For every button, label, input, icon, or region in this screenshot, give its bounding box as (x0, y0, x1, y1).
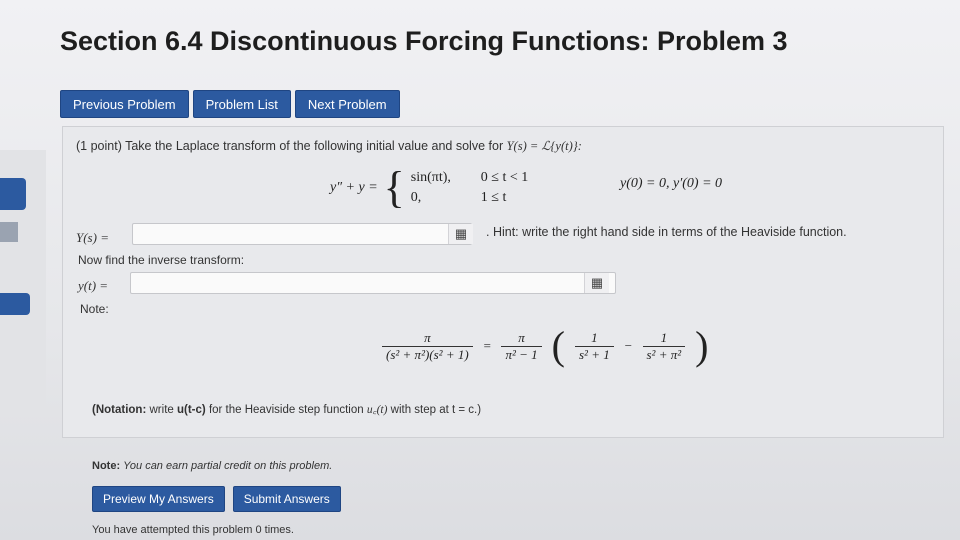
notation-write: write (149, 404, 174, 416)
problem-list-button[interactable]: Problem List (192, 90, 291, 118)
right-paren: ) (695, 323, 709, 368)
page-title: Section 6.4 Discontinuous Forcing Functi… (60, 26, 788, 56)
points-label: (1 point) (76, 139, 122, 153)
equals-sign: = (482, 338, 492, 353)
term2-denominator: s² + π² (642, 345, 686, 363)
note-bold: Note: (92, 460, 121, 472)
notation-rest: for the Heaviside step function (208, 404, 364, 416)
yt-answer-input[interactable] (130, 272, 616, 294)
coefficient-fraction: π π² − 1 (501, 329, 542, 363)
term1-numerator: 1 (591, 329, 598, 345)
previous-problem-button[interactable]: Previous Problem (60, 90, 189, 118)
term2-numerator: 1 (660, 329, 668, 345)
ode-lhs: y″ + y = (330, 180, 378, 195)
notation-text: (Notation: write u(t-c) for the Heavisid… (92, 402, 481, 417)
lhs-denominator: (s² + π²)(s² + 1) (382, 345, 473, 363)
ode-equation: y″ + y = { sin(πt), 0 ≤ t < 1 0, 1 ≤ t (330, 163, 541, 212)
preview-answers-button[interactable]: Preview My Answers (92, 486, 225, 512)
sidebar-tab-muted[interactable] (0, 222, 18, 242)
hint-text: . Hint: write the right hand side in ter… (486, 225, 847, 239)
equation-editor-icon[interactable]: ▦ (448, 224, 473, 244)
case1-expression: sin(πt), (410, 170, 451, 185)
problem-statement: (1 point) Take the Laplace transform of … (76, 138, 582, 154)
ys-label: Y(s) = (76, 230, 109, 245)
notation-bold: (Notation: (92, 404, 147, 416)
case2-expression: 0, (410, 190, 422, 205)
ys-definition: Y(s) = ℒ{y(t)}: (506, 139, 582, 153)
lhs-numerator: π (424, 329, 431, 345)
sidebar-tab[interactable] (0, 178, 26, 210)
next-problem-button[interactable]: Next Problem (294, 90, 400, 118)
submit-answers-button[interactable]: Submit Answers (232, 486, 341, 512)
left-paren: ( (551, 323, 565, 368)
coefficient-denominator: π² − 1 (501, 345, 542, 363)
note-text: You can earn partial credit on this prob… (123, 460, 333, 472)
case1-condition: 0 ≤ t < 1 (480, 170, 529, 185)
term1-fraction: 1 s² + 1 (574, 329, 614, 363)
instruction-text: Take the Laplace transform of the follow… (125, 139, 504, 153)
yt-label: y(t) = (78, 278, 109, 293)
partial-fraction-formula: π (s² + π²)(s² + 1) = π π² − 1 ( 1 s² + … (382, 323, 709, 368)
term1-denominator: s² + 1 (574, 345, 614, 363)
case2-condition: 1 ≤ t (480, 190, 507, 205)
coefficient-numerator: π (518, 329, 525, 345)
notation-tail: with step at t = c.) (390, 404, 482, 416)
equation-editor-icon[interactable]: ▦ (584, 273, 609, 293)
partial-credit-note: Note: You can earn partial credit on thi… (92, 460, 332, 472)
piecewise-cases: sin(πt), 0 ≤ t < 1 0, 1 ≤ t (411, 170, 541, 206)
initial-conditions: y(0) = 0, y′(0) = 0 (620, 176, 723, 191)
sidebar-tab[interactable] (0, 293, 30, 315)
minus-sign: − (623, 338, 633, 353)
note-label: Note: (80, 302, 109, 316)
notation-math: u꜀(t) (366, 404, 388, 416)
attempts-text: You have attempted this problem 0 times. (92, 524, 294, 536)
problem-nav: Previous Problem Problem List Next Probl… (60, 90, 400, 118)
submit-buttons: Preview My Answers Submit Answers (92, 486, 341, 512)
lhs-fraction: π (s² + π²)(s² + 1) (382, 330, 473, 363)
left-brace: { (383, 163, 405, 212)
inverse-prompt: Now find the inverse transform: (78, 253, 245, 267)
notation-code: u(t-c) (176, 404, 206, 416)
term2-fraction: 1 s² + π² (642, 329, 686, 363)
ys-answer-input[interactable] (132, 223, 472, 245)
